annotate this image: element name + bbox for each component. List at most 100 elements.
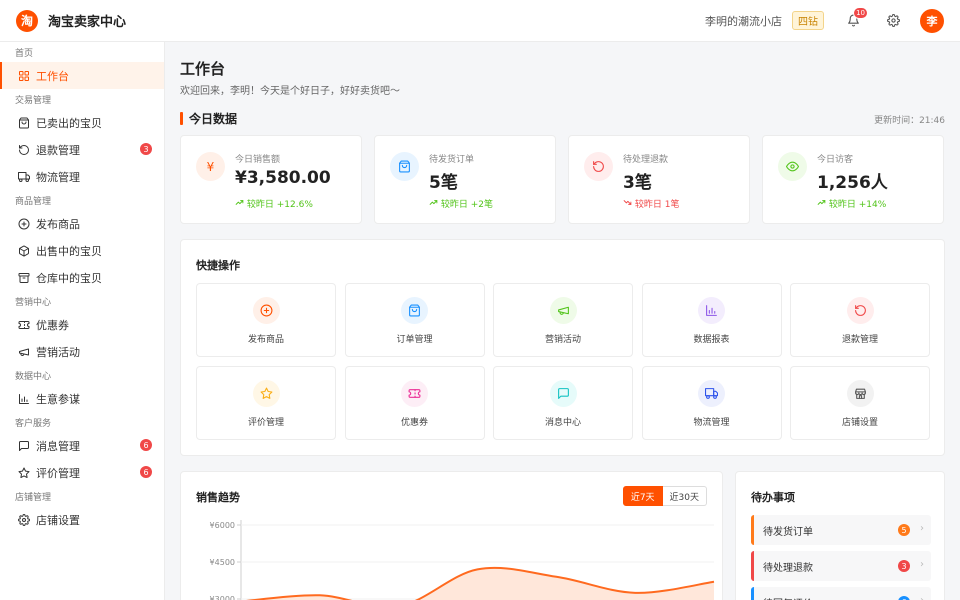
notification-button[interactable]: 10 bbox=[842, 6, 868, 32]
box-icon bbox=[18, 245, 30, 257]
sales-trend-panel: 销售趋势 近7天 近30天 ¥6000 ¥4500 ¥3000 bbox=[180, 471, 723, 600]
sidebar-group-title: 交易管理 bbox=[15, 95, 52, 106]
sidebar-item[interactable]: 已卖出的宝贝 bbox=[0, 109, 164, 136]
shop-name[interactable]: 李明的潮流小店 bbox=[705, 13, 782, 29]
sidebar-item[interactable]: 发布商品 bbox=[0, 210, 164, 237]
todo-item[interactable]: 待回复评价 6 › bbox=[751, 587, 931, 600]
stat-trend-text: 较昨日 +14% bbox=[828, 200, 887, 210]
sidebar-item-label: 仓库中的宝贝 bbox=[36, 271, 102, 285]
quick-action-button[interactable]: 数据报表 bbox=[641, 283, 782, 357]
stat-trend: 较昨日 +12.6% bbox=[235, 197, 313, 210]
quick-action-label: 评价管理 bbox=[247, 418, 284, 428]
star-icon bbox=[252, 380, 280, 407]
chevron-right-icon: › bbox=[920, 559, 924, 570]
sidebar-group-title: 营销中心 bbox=[15, 297, 52, 308]
todo-item[interactable]: 待处理退款 3 › bbox=[751, 551, 931, 581]
shopping-bag-icon bbox=[390, 152, 419, 181]
sidebar-item-label: 消息管理 bbox=[36, 439, 80, 453]
yuan-icon: ¥ bbox=[196, 152, 225, 181]
trend-arrow-icon bbox=[817, 200, 826, 210]
update-time: 更新时间：21:46 bbox=[874, 116, 945, 126]
quick-action-button[interactable]: 消息中心 bbox=[493, 366, 633, 440]
sidebar-group-title: 首页 bbox=[15, 48, 34, 59]
todo-title: 待办事项 bbox=[751, 491, 795, 504]
stat-trend-text: 较昨日 +2笔 bbox=[440, 200, 494, 210]
sidebar-item[interactable]: 评价管理 6 bbox=[0, 459, 164, 486]
stat-trend: 较昨日 +2笔 bbox=[429, 197, 493, 210]
quick-action-button[interactable]: 营销活动 bbox=[493, 283, 633, 357]
gear-icon bbox=[18, 513, 30, 526]
sidebar-item-label: 物流管理 bbox=[36, 170, 80, 184]
sidebar-item[interactable]: 营销活动 bbox=[0, 338, 164, 365]
sidebar-item-badge: 6 bbox=[140, 439, 152, 451]
refund-icon bbox=[584, 152, 613, 181]
quick-action-label: 优惠券 bbox=[400, 418, 428, 428]
shopping-bag-icon bbox=[401, 297, 428, 324]
stat-card[interactable]: ¥ 今日销售额 ¥3,580.00 较昨日 +12.6% bbox=[180, 135, 362, 224]
sidebar-item-label: 评价管理 bbox=[36, 466, 80, 480]
sidebar-item-label: 工作台 bbox=[36, 69, 69, 83]
sidebar-item[interactable]: 物流管理 bbox=[0, 163, 164, 190]
quick-actions-panel: 快捷操作 发布商品 订单管理 营销活动 数据报表 退款管理 评价管理 优惠券 消息中心 物流管理… bbox=[180, 239, 945, 456]
sidebar-item-label: 发布商品 bbox=[36, 217, 80, 231]
star-icon bbox=[18, 467, 30, 479]
stat-trend: 较昨日 +14% bbox=[817, 197, 886, 210]
quick-action-button[interactable]: 发布商品 bbox=[196, 283, 336, 357]
quick-action-button[interactable]: 订单管理 bbox=[344, 283, 485, 357]
today-data-heading: 今日数据 bbox=[180, 110, 237, 127]
page-title: 工作台 bbox=[180, 60, 226, 78]
sidebar-group-title: 客户服务 bbox=[15, 418, 52, 429]
todo-item[interactable]: 待发货订单 5 › bbox=[751, 515, 931, 545]
top-bar: 淘 淘宝卖家中心 李明的潮流小店 四钻 10 李 bbox=[0, 0, 960, 42]
sales-trend-chart: ¥6000 ¥4500 ¥3000 bbox=[210, 520, 715, 600]
todo-label: 待处理退款 bbox=[763, 562, 813, 574]
stat-value: 3笔 bbox=[623, 173, 652, 193]
sidebar-item[interactable]: 出售中的宝贝 bbox=[0, 237, 164, 264]
dashboard-icon bbox=[18, 70, 30, 82]
quick-action-button[interactable]: 店铺设置 bbox=[790, 366, 930, 440]
settings-button[interactable] bbox=[882, 10, 904, 32]
sidebar-item[interactable]: 仓库中的宝贝 bbox=[0, 264, 164, 291]
megaphone-icon bbox=[549, 297, 577, 324]
taobao-logo[interactable]: 淘 bbox=[16, 9, 38, 32]
stat-trend-text: 较昨日 1笔 bbox=[634, 200, 680, 210]
stat-trend: 较昨日 1笔 bbox=[623, 197, 679, 210]
today-data-title: 今日数据 bbox=[189, 112, 238, 126]
plus-circle-icon bbox=[252, 297, 280, 324]
quick-action-label: 订单管理 bbox=[396, 335, 433, 345]
sidebar-item[interactable]: 消息管理 6 bbox=[0, 432, 164, 459]
top-right-area: 李明的潮流小店 四钻 10 李 bbox=[705, 6, 960, 33]
notification-count: 10 bbox=[853, 6, 868, 19]
sidebar-item-label: 退款管理 bbox=[36, 143, 80, 157]
y-tick-label: ¥4500 bbox=[210, 558, 235, 567]
sidebar-item-label: 出售中的宝贝 bbox=[36, 244, 102, 258]
sidebar-item[interactable]: 生意参谋 bbox=[0, 385, 164, 412]
stat-card[interactable]: 今日访客 1,256人 较昨日 +14% bbox=[762, 135, 944, 224]
store-icon bbox=[846, 380, 874, 407]
sidebar-item[interactable]: 优惠券 bbox=[0, 311, 164, 338]
quick-action-label: 数据报表 bbox=[693, 335, 730, 345]
seller-level-badge: 四钻 bbox=[792, 11, 824, 30]
quick-action-button[interactable]: 评价管理 bbox=[196, 366, 336, 440]
quick-action-button[interactable]: 物流管理 bbox=[641, 366, 782, 440]
bar-chart-icon bbox=[18, 393, 30, 405]
sidebar-item[interactable]: 店铺设置 bbox=[0, 506, 164, 533]
sidebar-item-label: 已卖出的宝贝 bbox=[36, 116, 102, 130]
trend-arrow-icon bbox=[235, 200, 244, 210]
quick-action-button[interactable]: 优惠券 bbox=[344, 366, 485, 440]
stat-trend-text: 较昨日 +12.6% bbox=[246, 200, 313, 210]
sidebar-item[interactable]: 退款管理 3 bbox=[0, 136, 164, 163]
user-avatar[interactable]: 李 bbox=[920, 8, 944, 33]
sidebar-item[interactable]: 工作台 bbox=[0, 62, 164, 89]
trend-arrow-icon bbox=[429, 200, 438, 210]
chevron-right-icon: › bbox=[920, 595, 924, 600]
stat-card[interactable]: 待发货订单 5笔 较昨日 +2笔 bbox=[374, 135, 556, 224]
sidebar-item-badge: 3 bbox=[140, 143, 152, 155]
quick-action-label: 物流管理 bbox=[693, 418, 730, 428]
stat-label: 今日销售额 bbox=[235, 155, 281, 165]
shopping-bag-icon bbox=[18, 117, 30, 129]
sidebar-item-label: 优惠券 bbox=[36, 318, 69, 332]
stat-card[interactable]: 待处理退款 3笔 较昨日 1笔 bbox=[568, 135, 750, 224]
sidebar-item-label: 生意参谋 bbox=[36, 392, 80, 406]
quick-action-button[interactable]: 退款管理 bbox=[790, 283, 930, 357]
